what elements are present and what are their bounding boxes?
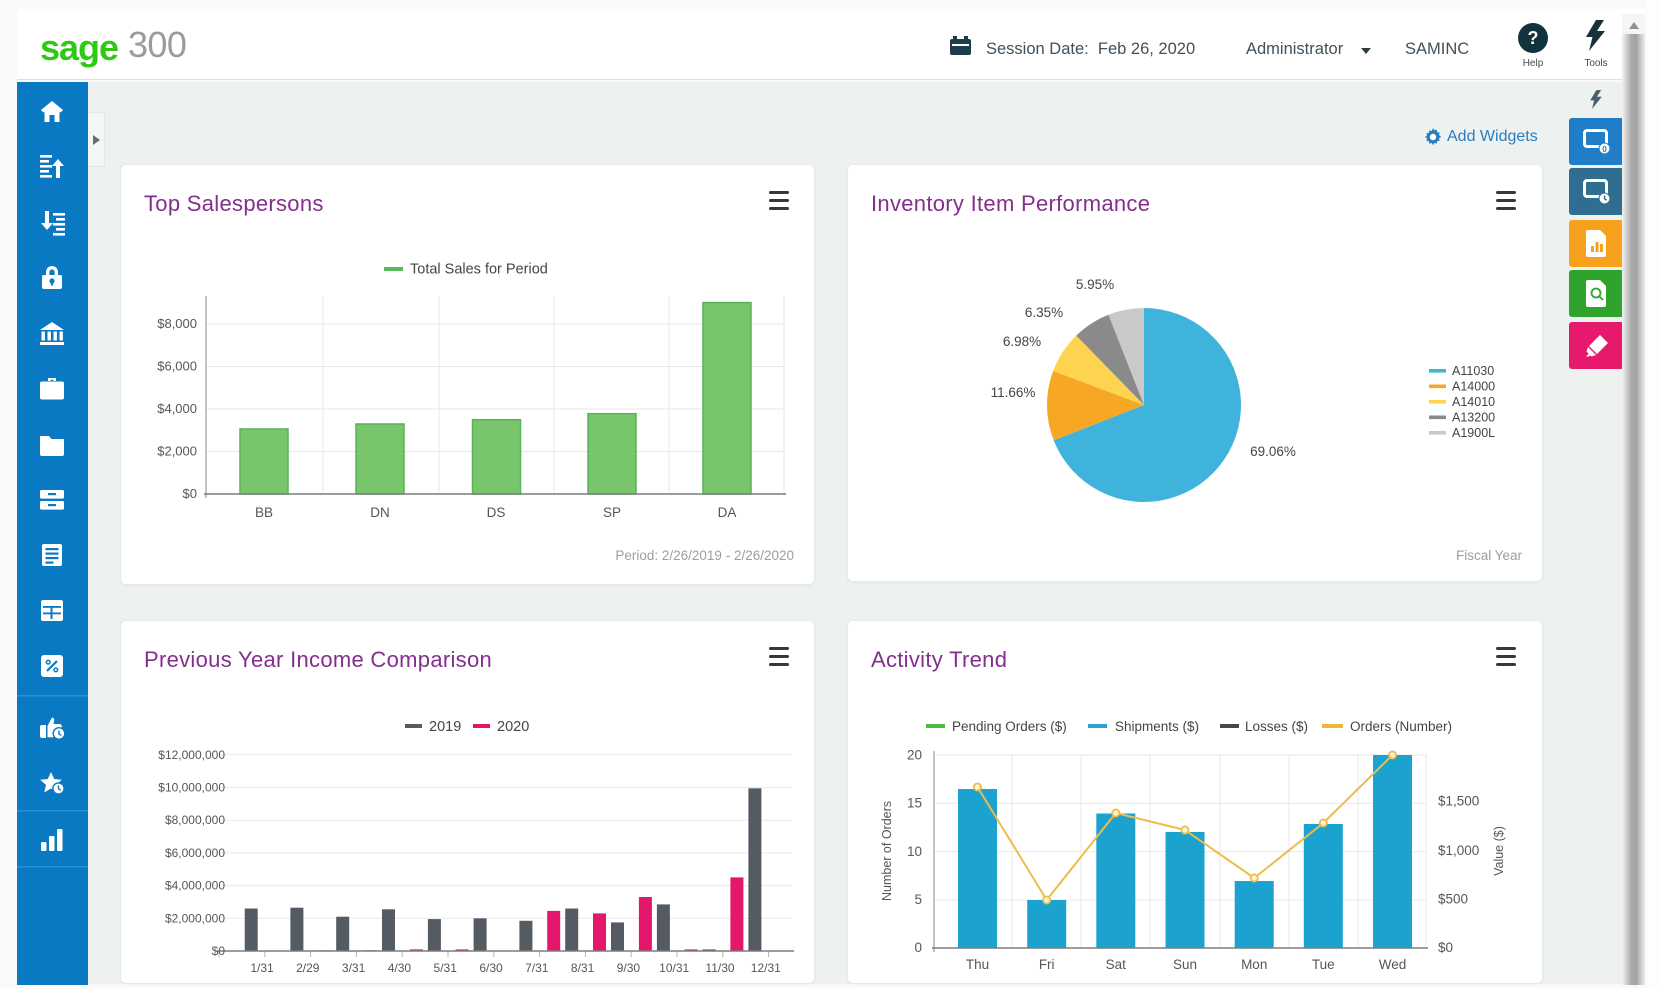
- svg-text:8/31: 8/31: [571, 961, 595, 975]
- svg-text:$6,000,000: $6,000,000: [165, 846, 225, 860]
- svg-text:15: 15: [907, 796, 922, 811]
- svg-text:$1,000: $1,000: [1438, 843, 1479, 858]
- svg-text:4/30: 4/30: [388, 961, 412, 975]
- svg-text:$0: $0: [183, 486, 197, 501]
- svg-text:Losses ($): Losses ($): [1245, 719, 1308, 734]
- svg-text:9/30: 9/30: [617, 961, 641, 975]
- svg-text:$12,000,000: $12,000,000: [158, 748, 225, 762]
- svg-text:$6,000: $6,000: [157, 359, 197, 374]
- svg-text:11.66%: 11.66%: [991, 385, 1036, 400]
- svg-text:DA: DA: [718, 505, 737, 520]
- svg-text:Total Sales for Period: Total Sales for Period: [410, 262, 548, 278]
- svg-text:$8,000,000: $8,000,000: [165, 813, 225, 827]
- svg-text:A11030: A11030: [1452, 364, 1494, 378]
- svg-text:DS: DS: [487, 505, 506, 520]
- svg-text:Mon: Mon: [1241, 957, 1267, 972]
- svg-text:Tue: Tue: [1312, 957, 1335, 972]
- svg-text:$0: $0: [1438, 940, 1453, 955]
- svg-text:Wed: Wed: [1379, 957, 1407, 972]
- svg-text:6.35%: 6.35%: [1025, 305, 1063, 320]
- svg-text:12/31: 12/31: [751, 961, 781, 975]
- svg-text:10/31: 10/31: [659, 961, 689, 975]
- svg-text:BB: BB: [255, 505, 273, 520]
- svg-text:$2,000: $2,000: [157, 444, 197, 459]
- svg-text:69.06%: 69.06%: [1250, 444, 1296, 459]
- svg-text:A13200: A13200: [1452, 411, 1495, 425]
- svg-text:3/31: 3/31: [342, 961, 366, 975]
- svg-text:A14010: A14010: [1452, 395, 1495, 409]
- svg-text:10: 10: [907, 844, 922, 859]
- svg-text:0: 0: [1602, 144, 1607, 154]
- svg-text:6/30: 6/30: [479, 961, 503, 975]
- svg-text:A14000: A14000: [1452, 380, 1495, 394]
- svg-text:A1900L: A1900L: [1452, 426, 1495, 440]
- svg-text:Sun: Sun: [1173, 957, 1197, 972]
- svg-text:Fiscal Year: Fiscal Year: [1456, 548, 1523, 563]
- svg-text:7/31: 7/31: [525, 961, 549, 975]
- svg-text:$1,500: $1,500: [1438, 794, 1479, 809]
- svg-text:$8,000: $8,000: [157, 316, 197, 331]
- svg-text:5: 5: [914, 892, 922, 907]
- svg-text:2019: 2019: [429, 719, 461, 735]
- svg-text:6.98%: 6.98%: [1003, 334, 1041, 349]
- svg-text:Fri: Fri: [1039, 957, 1055, 972]
- svg-text:Value ($): Value ($): [1492, 826, 1506, 876]
- svg-text:0: 0: [914, 940, 922, 955]
- svg-text:20: 20: [907, 748, 922, 763]
- svg-text:$500: $500: [1438, 892, 1468, 907]
- svg-text:$2,000,000: $2,000,000: [165, 911, 225, 925]
- svg-text:1/31: 1/31: [250, 961, 274, 975]
- svg-text:DN: DN: [370, 505, 390, 520]
- svg-text:$10,000,000: $10,000,000: [158, 781, 225, 795]
- svg-text:$4,000: $4,000: [157, 401, 197, 416]
- svg-text:Sat: Sat: [1106, 957, 1127, 972]
- svg-text:Thu: Thu: [966, 957, 989, 972]
- svg-text:SP: SP: [603, 505, 621, 520]
- svg-text:$0: $0: [212, 944, 226, 958]
- svg-text:2020: 2020: [497, 719, 529, 735]
- svg-text:Number of Orders: Number of Orders: [880, 801, 894, 901]
- svg-text:Pending Orders ($): Pending Orders ($): [952, 719, 1067, 734]
- svg-text:5/31: 5/31: [434, 961, 458, 975]
- svg-text:Orders (Number): Orders (Number): [1350, 719, 1452, 734]
- svg-text:Shipments ($): Shipments ($): [1115, 719, 1199, 734]
- svg-text:Period: 2/26/2019 - 2/26/2020: Period: 2/26/2019 - 2/26/2020: [615, 548, 794, 563]
- svg-text:11/30: 11/30: [705, 961, 734, 975]
- svg-text:5.95%: 5.95%: [1076, 277, 1114, 292]
- svg-text:2/29: 2/29: [296, 961, 320, 975]
- svg-text:$4,000,000: $4,000,000: [165, 879, 225, 893]
